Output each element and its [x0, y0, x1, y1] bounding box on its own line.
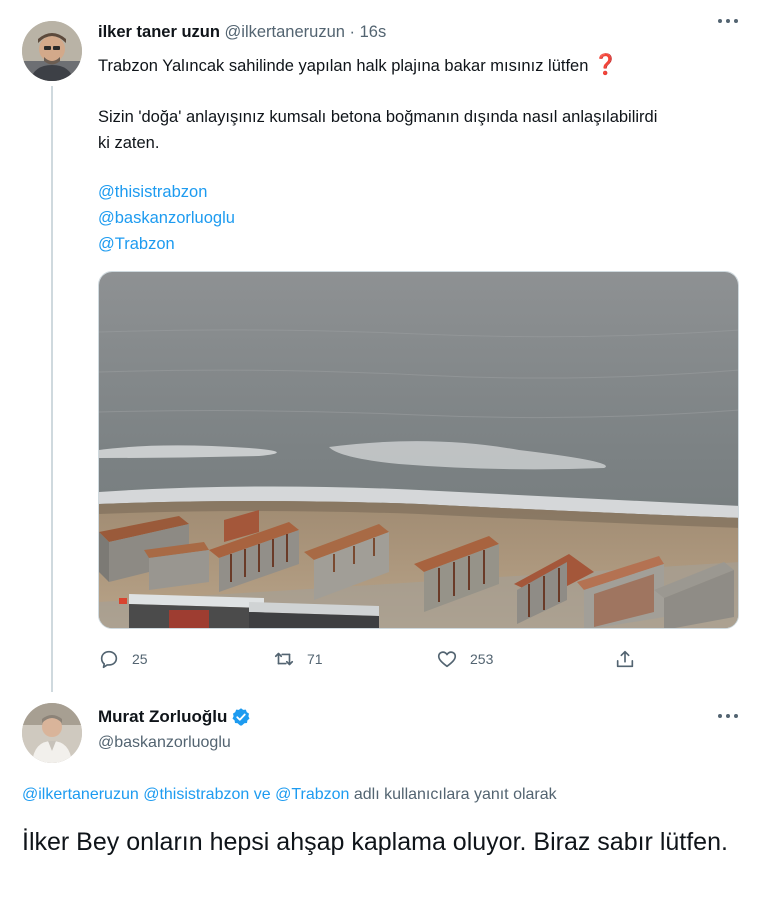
- reply-count: 25: [132, 651, 148, 667]
- more-horizontal-icon[interactable]: [716, 709, 740, 720]
- mention-link[interactable]: @baskanzorluoglu: [98, 205, 235, 231]
- tweet-photo[interactable]: [98, 271, 739, 629]
- display-name-row: Murat Zorluoğlu: [98, 707, 251, 727]
- separator-dot: ·: [349, 23, 356, 41]
- thread-line: [51, 86, 53, 692]
- like-button[interactable]: 253: [436, 648, 493, 670]
- mention-link[interactable]: @thisistrabzon: [98, 179, 207, 205]
- more-horizontal-icon[interactable]: [716, 14, 740, 25]
- heart-icon: [437, 651, 457, 668]
- user-avatar[interactable]: [22, 21, 82, 81]
- tweet-text-line: Sizin 'doğa' anlayışınız kumsalı betona …: [98, 108, 658, 126]
- verified-badge-icon: [232, 708, 250, 726]
- tweet-header: ilker taner uzun @ilkertaneruzun · 16s: [98, 23, 386, 42]
- like-count: 253: [470, 651, 494, 667]
- replying-to: @ilkertaneruzun @thisistrabzon ve @Trabz…: [22, 786, 557, 804]
- user-handle[interactable]: @ilkertaneruzun: [225, 23, 345, 41]
- mention-link[interactable]: @Trabzon: [275, 786, 349, 803]
- mention-link[interactable]: @thisistrabzon: [143, 786, 249, 803]
- reply-connector: ve: [253, 786, 271, 803]
- tweet-actions: 25 71 253: [98, 648, 658, 672]
- mention-link[interactable]: @Trabzon: [98, 231, 175, 257]
- share-icon: [616, 650, 634, 668]
- tweet-timestamp[interactable]: 16s: [360, 23, 387, 41]
- reply-button[interactable]: 25: [98, 648, 148, 670]
- retweet-icon: [274, 652, 294, 666]
- mention-link[interactable]: @ilkertaneruzun: [22, 786, 139, 803]
- retweet-count: 71: [307, 651, 323, 667]
- tweet-text: Trabzon Yalıncak sahilinde yapılan halk …: [98, 57, 589, 75]
- display-name[interactable]: ilker taner uzun: [98, 23, 220, 41]
- tweet-original[interactable]: ilker taner uzun @ilkertaneruzun · 16s T…: [0, 0, 759, 700]
- tweet-text: İlker Bey onların hepsi ahşap kaplama ol…: [22, 828, 728, 856]
- user-avatar[interactable]: [22, 703, 82, 763]
- tweet-text-line: Trabzon Yalıncak sahilinde yapılan halk …: [98, 52, 618, 79]
- display-name[interactable]: Murat Zorluoğlu: [98, 707, 227, 727]
- reply-icon: [100, 650, 118, 669]
- reply-suffix: adlı kullanıcılara yanıt olarak: [353, 786, 557, 803]
- retweet-button[interactable]: 71: [273, 648, 323, 670]
- question-mark-emoji: ❓: [593, 54, 618, 76]
- tweet-text-line: ki zaten.: [98, 134, 160, 152]
- share-button[interactable]: [614, 648, 648, 670]
- user-handle[interactable]: @baskanzorluoglu: [98, 734, 231, 752]
